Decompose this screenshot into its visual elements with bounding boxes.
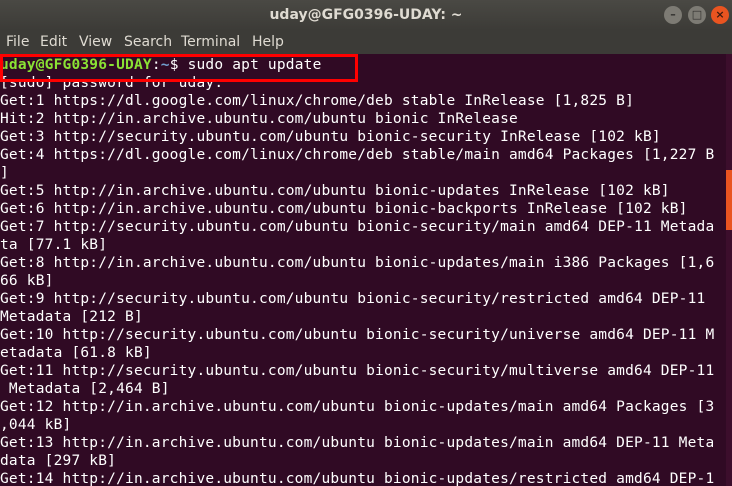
prompt-symbol: $ [169,57,179,73]
output-line: Get:14 http://in.archive.ubuntu.com/ubun… [0,471,715,486]
menu-terminal[interactable]: Terminal [181,30,240,54]
menu-bar: File Edit View Search Terminal Help [0,30,732,54]
minimize-button[interactable]: – [664,6,682,24]
command-prompt-line: uday@GFG0396-UDAY:~$ sudo apt update [0,56,322,74]
output-line: Metadata [2,464 B] [0,381,170,397]
output-line: Get:11 http://security.ubuntu.com/ubuntu… [0,363,715,379]
output-line: Hit:2 http://in.archive.ubuntu.com/ubunt… [0,111,518,127]
output-line: [sudo] password for uday: [0,75,224,91]
output-line: Get:12 http://in.archive.ubuntu.com/ubun… [0,399,715,415]
output-line: Get:4 https://dl.google.com/linux/chrome… [0,147,715,163]
window-title: uday@GFG0396-UDAY: ~ [269,7,463,23]
maximize-button[interactable]: □ [688,6,706,24]
prompt-colon: : [151,57,161,73]
output-line: Get:8 http://in.archive.ubuntu.com/ubunt… [0,255,715,271]
terminal-output[interactable]: uday@GFG0396-UDAY:~$ sudo apt update [su… [0,54,726,486]
output-line: ta [77.1 kB] [0,237,108,253]
output-line: 66 kB] [0,273,54,289]
terminal-window: uday@GFG0396-UDAY: ~ – □ × File Edit Vie… [0,0,732,486]
output-line: Get:3 http://security.ubuntu.com/ubuntu … [0,129,661,145]
menu-file[interactable]: File [6,30,29,54]
prompt-user-host: uday@GFG0396-UDAY [0,57,152,73]
output-line: Get:6 http://in.archive.ubuntu.com/ubunt… [0,201,688,217]
menu-edit[interactable]: Edit [40,30,67,54]
output-line: Get:10 http://security.ubuntu.com/ubuntu… [0,327,715,343]
terminal-scrollbar[interactable] [726,54,732,486]
output-line: Get:9 http://security.ubuntu.com/ubuntu … [0,291,706,307]
output-line: data [297 kB] [0,453,117,469]
scrollbar-thumb[interactable] [726,170,732,230]
output-line: ] [0,165,9,181]
output-line: Get:1 https://dl.google.com/linux/chrome… [0,93,635,109]
prompt-path: ~ [160,57,170,73]
menu-view[interactable]: View [79,30,112,54]
close-button[interactable]: × [711,6,729,24]
output-line: ,044 kB] [0,417,72,433]
output-line: etadata [61.8 kB] [0,345,152,361]
command-text: sudo apt update [187,57,322,73]
menu-help[interactable]: Help [252,30,284,54]
output-line: Get:7 http://security.ubuntu.com/ubuntu … [0,219,715,235]
output-line: Get:13 http://in.archive.ubuntu.com/ubun… [0,435,715,451]
menu-search[interactable]: Search [124,30,172,54]
output-line: Get:5 http://in.archive.ubuntu.com/ubunt… [0,183,670,199]
output-line: Metadata [212 B] [0,309,143,325]
title-bar[interactable]: uday@GFG0396-UDAY: ~ – □ × [0,0,732,30]
